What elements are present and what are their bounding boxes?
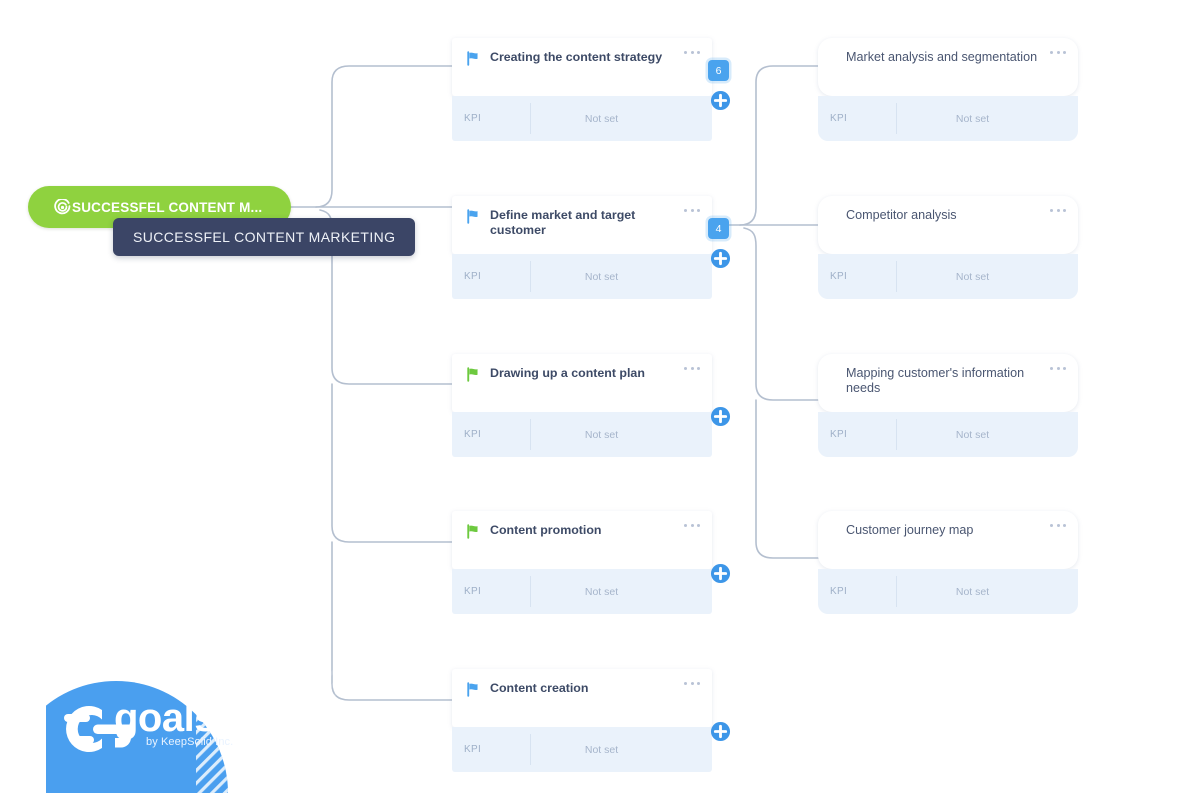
card-title: Define market and target customer <box>490 208 636 237</box>
mindmap-canvas: goals by KeepSolid Inc. Creating the con… <box>0 0 1201 793</box>
node-card[interactable]: Content promotion KPI Not set <box>452 511 731 614</box>
kpi-label: KPI <box>464 113 482 124</box>
kpi-value[interactable]: Not set <box>897 429 1078 441</box>
kpi-label: KPI <box>464 429 482 440</box>
node-card[interactable]: Market analysis and segmentation KPI Not… <box>818 38 1078 141</box>
card-title: Competitor analysis <box>846 208 957 222</box>
root-goal-title: SUCCESSFEL CONTENT M... <box>72 199 263 215</box>
plus-icon[interactable] <box>710 563 731 584</box>
ellipsis-icon[interactable] <box>1050 207 1066 213</box>
card-header: Content promotion <box>466 523 698 539</box>
card-body[interactable]: Customer journey map <box>818 511 1078 569</box>
kpi-value[interactable]: Not set <box>897 586 1078 598</box>
card-header: Drawing up a content plan <box>466 366 698 382</box>
card-header: Creating the content strategy <box>466 50 698 66</box>
card-body[interactable]: Competitor analysis <box>818 196 1078 254</box>
kpi-label: KPI <box>830 113 848 124</box>
card-kpi-footer: KPI Not set <box>818 569 1078 614</box>
ellipsis-icon[interactable] <box>684 365 700 371</box>
card-header: Content creation <box>466 681 698 697</box>
kpi-label: KPI <box>464 586 482 597</box>
node-card[interactable]: Mapping customer's information needs KPI… <box>818 354 1078 457</box>
subtask-count-badge[interactable]: 4 <box>708 218 729 239</box>
card-title: Content promotion <box>490 523 602 537</box>
subtask-count-badge[interactable]: 6 <box>708 60 729 81</box>
kpi-label: KPI <box>464 271 482 282</box>
card-body[interactable]: Mapping customer's information needs <box>818 354 1078 412</box>
ellipsis-icon[interactable] <box>684 49 700 55</box>
ellipsis-icon[interactable] <box>1050 365 1066 371</box>
flag-icon <box>467 51 478 66</box>
node-card[interactable]: Creating the content strategy 6 KPI Not … <box>452 38 731 141</box>
node-card[interactable]: Define market and target customer 4 KPI … <box>452 196 731 299</box>
card-kpi-footer: KPI Not set <box>452 254 712 299</box>
card-body[interactable]: Content promotion <box>452 511 731 584</box>
kpi-value[interactable]: Not set <box>531 113 712 125</box>
kpi-value[interactable]: Not set <box>531 429 712 441</box>
flag-icon <box>467 367 478 382</box>
card-body[interactable]: Creating the content strategy 6 <box>452 38 731 111</box>
kpi-label: KPI <box>464 744 482 755</box>
card-kpi-footer: KPI Not set <box>818 96 1078 141</box>
node-card[interactable]: Content creation KPI Not set <box>452 669 731 772</box>
card-title: Mapping customer's information needs <box>846 366 1025 395</box>
kpi-label: KPI <box>830 429 848 440</box>
card-body[interactable]: Market analysis and segmentation <box>818 38 1078 96</box>
card-kpi-footer: KPI Not set <box>452 412 712 457</box>
ellipsis-icon[interactable] <box>684 680 700 686</box>
plus-icon[interactable] <box>710 721 731 742</box>
card-kpi-footer: KPI Not set <box>818 254 1078 299</box>
plus-icon[interactable] <box>710 90 731 111</box>
kpi-value[interactable]: Not set <box>531 744 712 756</box>
card-title: Market analysis and segmentation <box>846 50 1038 64</box>
ellipsis-icon[interactable] <box>1050 49 1066 55</box>
card-body[interactable]: Content creation <box>452 669 731 742</box>
card-kpi-footer: KPI Not set <box>452 727 712 772</box>
goal-target-icon <box>54 198 71 214</box>
goal-title-tooltip: SUCCESSFEL CONTENT MARKETING <box>113 218 416 256</box>
kpi-value[interactable]: Not set <box>531 586 712 598</box>
card-header: Competitor analysis <box>846 208 1064 223</box>
card-title: Content creation <box>490 681 589 695</box>
flag-icon <box>467 682 478 697</box>
node-card[interactable]: Customer journey map KPI Not set <box>818 511 1078 614</box>
card-title: Drawing up a content plan <box>490 366 645 380</box>
card-title: Creating the content strategy <box>490 50 663 64</box>
ellipsis-icon[interactable] <box>684 522 700 528</box>
card-header: Customer journey map <box>846 523 1064 538</box>
card-header: Mapping customer's information needs <box>846 366 1064 396</box>
flag-icon <box>467 524 478 539</box>
plus-icon[interactable] <box>710 406 731 427</box>
kpi-value[interactable]: Not set <box>897 271 1078 283</box>
card-header: Market analysis and segmentation <box>846 50 1064 65</box>
ellipsis-icon[interactable] <box>1050 522 1066 528</box>
kpi-value[interactable]: Not set <box>897 113 1078 125</box>
logo-tagline: by KeepSolid Inc. <box>146 736 234 748</box>
card-kpi-footer: KPI Not set <box>452 569 712 614</box>
card-body[interactable]: Drawing up a content plan <box>452 354 731 427</box>
card-header: Define market and target customer <box>466 208 698 237</box>
kpi-label: KPI <box>830 586 848 597</box>
ellipsis-icon[interactable] <box>684 207 700 213</box>
logo-wordmark: goals <box>114 696 216 740</box>
card-kpi-footer: KPI Not set <box>452 96 712 141</box>
flag-icon <box>467 209 478 224</box>
node-card[interactable]: Competitor analysis KPI Not set <box>818 196 1078 299</box>
card-title: Customer journey map <box>846 523 974 537</box>
app-logo: goals by KeepSolid Inc. <box>46 664 336 793</box>
card-body[interactable]: Define market and target customer 4 <box>452 196 731 269</box>
node-card[interactable]: Drawing up a content plan KPI Not set <box>452 354 731 457</box>
kpi-label: KPI <box>830 271 848 282</box>
card-kpi-footer: KPI Not set <box>818 412 1078 457</box>
kpi-value[interactable]: Not set <box>531 271 712 283</box>
plus-icon[interactable] <box>710 248 731 269</box>
